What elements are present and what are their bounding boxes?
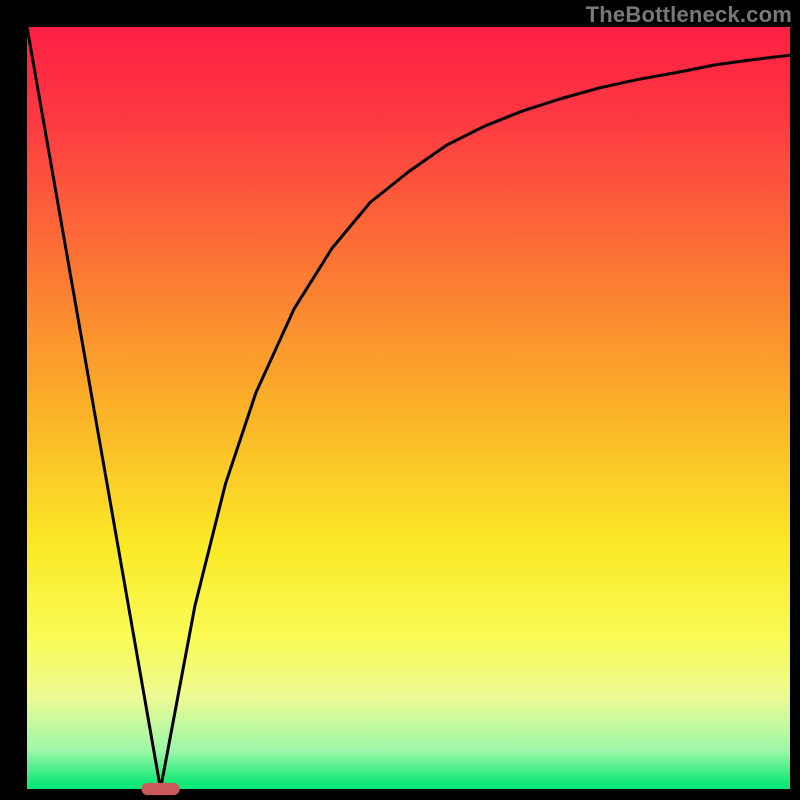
- minimum-marker: [141, 783, 179, 795]
- bottleneck-chart: [0, 0, 800, 800]
- chart-container: TheBottleneck.com: [0, 0, 800, 800]
- watermark-text: TheBottleneck.com: [586, 2, 792, 28]
